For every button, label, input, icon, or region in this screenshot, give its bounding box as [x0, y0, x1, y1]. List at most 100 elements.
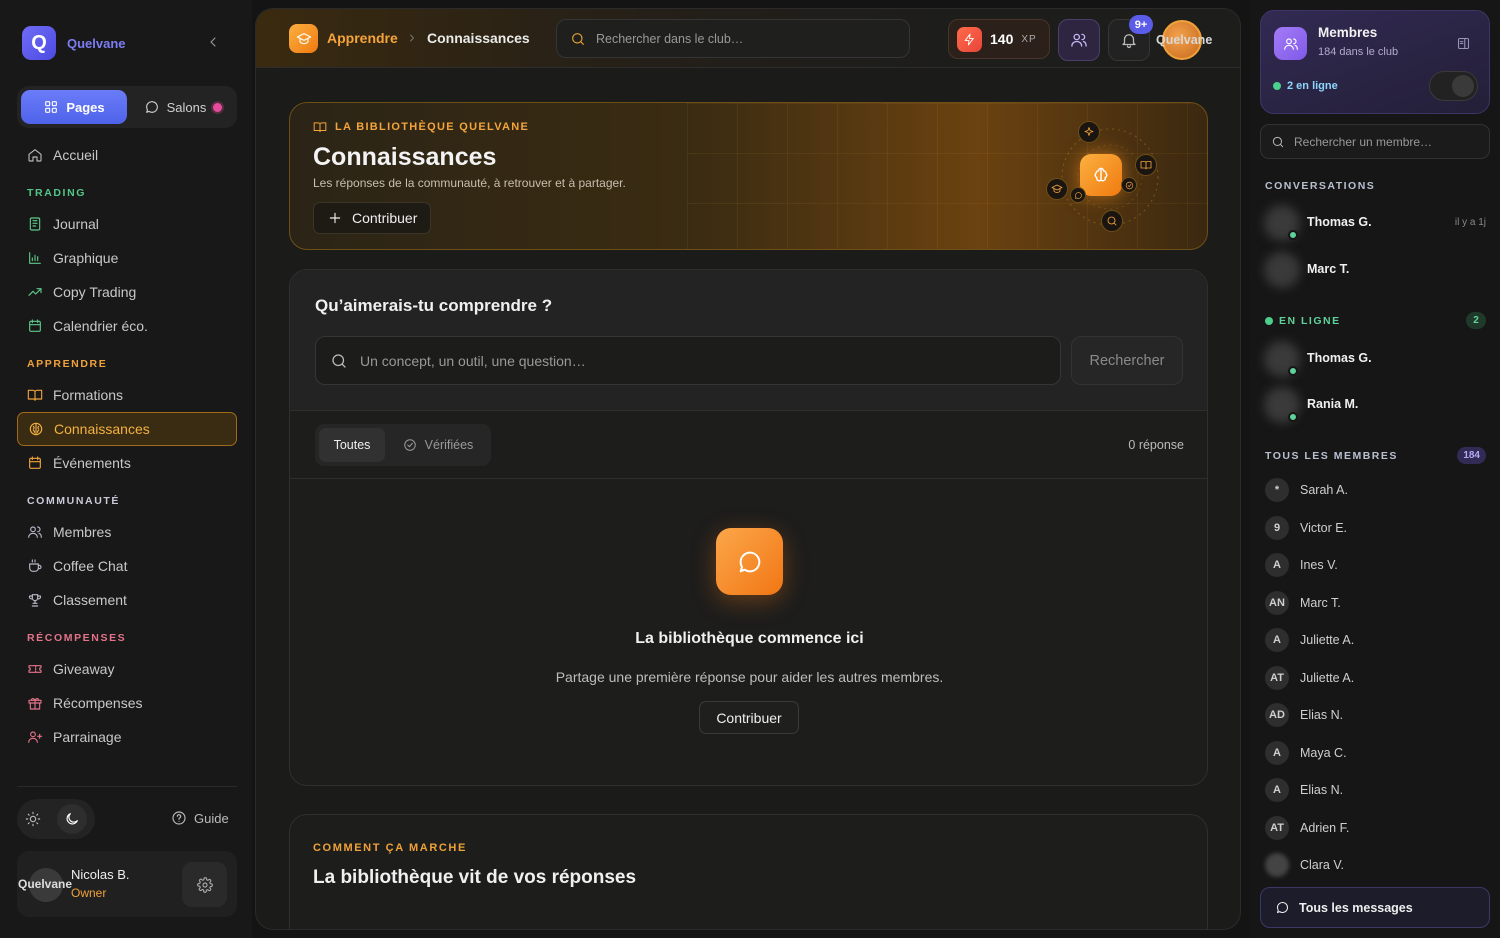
sidebar-mode-switch: Pages Salons [17, 86, 237, 128]
bolt-icon [957, 26, 982, 52]
member-item[interactable]: AT Adrien F. [1265, 815, 1490, 841]
sidebar-item-journal[interactable]: Journal [17, 207, 237, 241]
collapse-sidebar-button[interactable] [205, 34, 221, 50]
calendar-icon [29, 456, 41, 469]
members-button[interactable] [1058, 19, 1100, 61]
avatar [1264, 252, 1300, 288]
sidebar-item-événements[interactable]: Événements [17, 446, 237, 480]
member-item[interactable]: AN Marc T. [1265, 590, 1490, 616]
member-item[interactable]: Clara V. [1265, 852, 1490, 878]
brand-name: Quelvane [67, 35, 126, 51]
online-dot [1273, 82, 1281, 90]
hero-kicker-text: LA BIBLIOTHÈQUE QUELVANE [335, 121, 530, 133]
nav-section-trading: TRADING [27, 186, 87, 199]
answer-count: 0 réponse [1128, 438, 1184, 452]
online-member-item[interactable]: Rania M. [1262, 385, 1490, 425]
sidebar-item-accueil[interactable]: Accueil [17, 138, 237, 172]
sidebar-item-label: Événements [53, 455, 131, 471]
sidebar-item-parrainage[interactable]: Parrainage [17, 720, 237, 754]
sidebar-item-récompenses[interactable]: Récompenses [17, 686, 237, 720]
empty-contribute-button[interactable]: Contribuer [699, 701, 799, 734]
theme-toggle[interactable] [17, 799, 95, 839]
avatar: A [1265, 740, 1289, 765]
filter-bar: Toutes Vérifiées 0 réponse [290, 410, 1207, 479]
filter-all[interactable]: Toutes [319, 428, 385, 462]
member-item[interactable]: A Elias N. [1265, 777, 1490, 803]
tab-salons[interactable]: Salons [133, 90, 233, 124]
avatar: AN [1265, 590, 1289, 615]
online-dot [1265, 317, 1273, 325]
hero-banner: LA BIBLIOTHÈQUE QUELVANE Connaissances L… [289, 102, 1208, 250]
members-card: Membres 184 dans le club 2 en ligne [1260, 10, 1490, 114]
xp-counter[interactable]: 140 XP [948, 19, 1050, 59]
chat-bubble-icon [145, 101, 158, 113]
nav-section-communauté: COMMUNAUTÉ [27, 494, 120, 507]
chevron-right-icon [406, 32, 418, 44]
check-circle-icon [403, 439, 416, 451]
member-item[interactable]: AD Elias N. [1265, 702, 1490, 728]
users-icon [28, 526, 42, 538]
breadcrumb-current: Connaissances [427, 30, 530, 46]
member-name: Ines V. [1300, 558, 1338, 572]
conversation-item[interactable]: Thomas G. il y a 1j [1262, 203, 1490, 243]
user-card[interactable]: Quelvane Nicolas B. Owner [17, 851, 237, 917]
member-item[interactable]: A Juliette A. [1265, 627, 1490, 653]
member-item[interactable]: A Ines V. [1265, 552, 1490, 578]
all-messages-button[interactable]: Tous les messages [1260, 887, 1490, 928]
sidebar-item-connaissances[interactable]: Connaissances [17, 412, 237, 446]
sidebar-item-membres[interactable]: Membres [17, 515, 237, 549]
avatar: AD [1265, 703, 1289, 727]
sidebar-item-calendrier-éco-[interactable]: Calendrier éco. [17, 309, 237, 343]
member-search-input[interactable]: Rechercher un membre… [1260, 124, 1490, 159]
member-item[interactable]: A Maya C. [1265, 740, 1490, 766]
sidebar-item-graphique[interactable]: Graphique [17, 241, 237, 275]
help-icon [172, 811, 186, 825]
gear-icon [196, 876, 213, 893]
brand[interactable]: Q Quelvane [22, 26, 126, 60]
knowledge-search-input[interactable]: Un concept, un outil, une question… [315, 336, 1061, 385]
sidebar-item-classement[interactable]: Classement [17, 583, 237, 617]
coffee-icon [29, 559, 42, 572]
online-member-item[interactable]: Thomas G. [1262, 339, 1490, 379]
user-plus-icon [28, 731, 43, 743]
contribute-button[interactable]: Contribuer [313, 202, 432, 234]
sidebar-item-coffee-chat[interactable]: Coffee Chat [17, 549, 237, 583]
tab-pages[interactable]: Pages [21, 90, 127, 124]
guide-button[interactable]: Guide [171, 810, 229, 826]
sun-icon[interactable] [25, 811, 41, 827]
profile-avatar[interactable]: Quelvane [1156, 20, 1212, 60]
search-button[interactable]: Rechercher [1071, 336, 1183, 385]
sidebar-item-label: Copy Trading [53, 284, 137, 300]
moon-icon [66, 813, 78, 825]
online-dot [1288, 412, 1298, 422]
sidebar-item-formations[interactable]: Formations [17, 378, 237, 412]
presence-toggle[interactable] [1429, 71, 1478, 101]
panel-toggle-button[interactable] [1456, 36, 1471, 51]
member-name: Rania M. [1307, 397, 1359, 411]
member-item[interactable]: 9 Victor E. [1265, 515, 1490, 541]
filter-verified[interactable]: Vérifiées [389, 428, 487, 462]
avatar: AT [1265, 815, 1289, 840]
search-icon [332, 353, 346, 368]
online-heading: EN LIGNE [1265, 315, 1341, 327]
member-name: Marc T. [1300, 595, 1341, 610]
user-name: Nicolas B. [71, 867, 130, 882]
member-name: Elias N. [1300, 783, 1344, 797]
sidebar-item-copy-trading[interactable]: Copy Trading [17, 275, 237, 309]
members-count: 184 dans le club [1318, 46, 1399, 58]
book-open-icon [313, 122, 327, 133]
member-item[interactable]: * Sarah A. [1265, 477, 1490, 503]
club-search-input[interactable]: Rechercher dans le club… [556, 19, 910, 58]
grid-icon [45, 101, 58, 113]
filter-verified-label: Vérifiées [424, 438, 474, 452]
page-title: Connaissances [313, 143, 497, 171]
online-heading-text: EN LIGNE [1279, 315, 1341, 327]
sidebar-item-giveaway[interactable]: Giveaway [17, 652, 237, 686]
chat-bubble-icon [1070, 187, 1086, 203]
conversation-item[interactable]: Marc T. [1262, 250, 1490, 290]
moon-button[interactable] [57, 804, 87, 834]
breadcrumb-parent[interactable]: Apprendre [327, 30, 398, 46]
user-role: Owner [71, 886, 107, 900]
member-item[interactable]: AT Juliette A. [1265, 665, 1490, 691]
settings-button[interactable] [182, 862, 227, 907]
